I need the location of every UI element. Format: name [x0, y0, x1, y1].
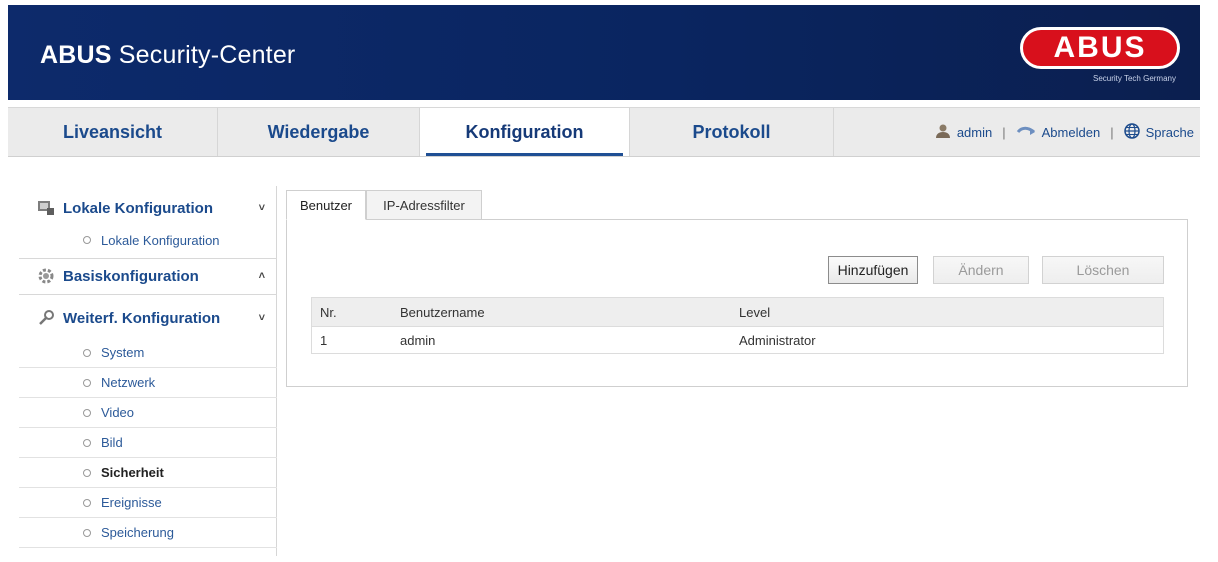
abus-logo-text: ABUS [1053, 31, 1147, 64]
toolbar-separator: | [1110, 124, 1114, 140]
column-header-level: Level [739, 304, 771, 320]
cell-nr: 1 [320, 332, 328, 348]
tab-ip-adressfilter[interactable]: IP-Adressfilter [366, 190, 482, 220]
sidebar-section-label: Weiterf. Konfiguration [63, 309, 221, 327]
page: ABUS Security-Center ABUS Security Tech … [0, 0, 1218, 562]
app-title: ABUS Security-Center [40, 41, 295, 70]
sidebar-item-ereignisse[interactable]: Ereignisse [19, 488, 277, 518]
add-button[interactable]: Hinzufügen [828, 256, 918, 284]
language-link[interactable]: Sprache [1146, 125, 1194, 140]
gear-icon [37, 267, 55, 285]
tab-wiedergabe[interactable]: Wiedergabe [218, 108, 420, 156]
chevron-down-icon[interactable]: ˅ [259, 202, 265, 214]
sidebar-divider [19, 294, 277, 295]
sidebar-item-lokale-konfiguration[interactable]: Lokale Konfiguration [19, 226, 277, 254]
chevron-down-icon[interactable]: ˅ [259, 312, 265, 324]
table-row[interactable]: 1 admin Administrator [311, 327, 1164, 354]
app-title-product: Security-Center [111, 41, 296, 69]
edit-button[interactable]: Ändern [933, 256, 1029, 284]
sidebar-section-label: Lokale Konfiguration [63, 199, 213, 217]
sidebar-section-weiterf-konfiguration[interactable]: Weiterf. Konfiguration ˅ [19, 306, 277, 330]
bullet-icon [83, 236, 91, 244]
bullet-icon [83, 378, 91, 387]
sidebar-item-bild[interactable]: Bild [19, 428, 277, 458]
bullet-icon [83, 528, 91, 537]
sidebar-section-label: Basiskonfiguration [63, 267, 199, 285]
logout-link[interactable]: Abmelden [1042, 125, 1101, 140]
sidebar-item-system[interactable]: System [19, 338, 277, 368]
column-header-nr: Nr. [320, 304, 337, 320]
sidebar-section-basiskonfiguration[interactable]: Basiskonfiguration ˄ [19, 264, 277, 288]
chevron-up-icon[interactable]: ˄ [259, 270, 265, 282]
delete-button[interactable]: Löschen [1042, 256, 1164, 284]
current-user-link[interactable]: admin [957, 125, 992, 140]
sidebar-item-sicherheit[interactable]: Sicherheit [19, 458, 277, 488]
abus-logo-pill: ABUS [1020, 27, 1180, 69]
sidebar-item-speicherung[interactable]: Speicherung [19, 518, 277, 548]
logout-icon [1016, 124, 1036, 141]
table-header: Nr. Benutzername Level [311, 297, 1164, 327]
column-header-username: Benutzername [400, 304, 485, 320]
sidebar-item-label: Lokale Konfiguration [101, 232, 220, 248]
app-header: ABUS Security-Center ABUS Security Tech … [8, 5, 1200, 100]
bullet-icon [83, 498, 91, 507]
cell-level: Administrator [739, 332, 816, 348]
sidebar-item-label: Speicherung [101, 525, 174, 540]
bullet-icon [83, 438, 91, 447]
config-sidebar: Lokale Konfiguration ˅ Lokale Konfigurat… [19, 186, 277, 556]
tab-konfiguration[interactable]: Konfiguration [420, 108, 630, 156]
sidebar-section-lokale-konfiguration[interactable]: Lokale Konfiguration ˅ [19, 196, 277, 220]
abus-logo-tagline: Security Tech Germany [1093, 74, 1176, 83]
user-panel: Hinzufügen Ändern Löschen Nr. Benutzerna… [286, 219, 1188, 387]
tab-protokoll[interactable]: Protokoll [630, 108, 834, 156]
user-toolbar: admin | Abmelden | Sprache [935, 108, 1194, 156]
toolbar-separator: | [1002, 124, 1006, 140]
sidebar-item-label: Sicherheit [101, 465, 164, 480]
tab-benutzer[interactable]: Benutzer [286, 190, 366, 220]
sidebar-item-label: Video [101, 405, 135, 420]
sidebar-item-label: Ereignisse [101, 495, 162, 510]
main-navigation: Liveansicht Wiedergabe Konfiguration Pro… [8, 107, 1200, 157]
bullet-icon [83, 468, 91, 477]
user-icon [935, 123, 951, 142]
bullet-icon [83, 408, 91, 417]
bullet-icon [83, 348, 91, 357]
monitor-icon [37, 199, 55, 217]
abus-logo: ABUS Security Tech Germany [1018, 25, 1182, 89]
sidebar-divider [19, 258, 277, 259]
tab-liveansicht[interactable]: Liveansicht [8, 108, 218, 156]
globe-icon [1123, 122, 1140, 142]
wrench-icon [37, 309, 55, 327]
cell-username: admin [400, 332, 436, 348]
sidebar-item-netzwerk[interactable]: Netzwerk [19, 368, 277, 398]
sidebar-item-video[interactable]: Video [19, 398, 277, 428]
sidebar-item-label: Netzwerk [101, 375, 156, 390]
sidebar-item-label: Bild [101, 435, 123, 450]
sidebar-item-label: System [101, 345, 145, 360]
app-title-brand: ABUS [40, 41, 112, 69]
